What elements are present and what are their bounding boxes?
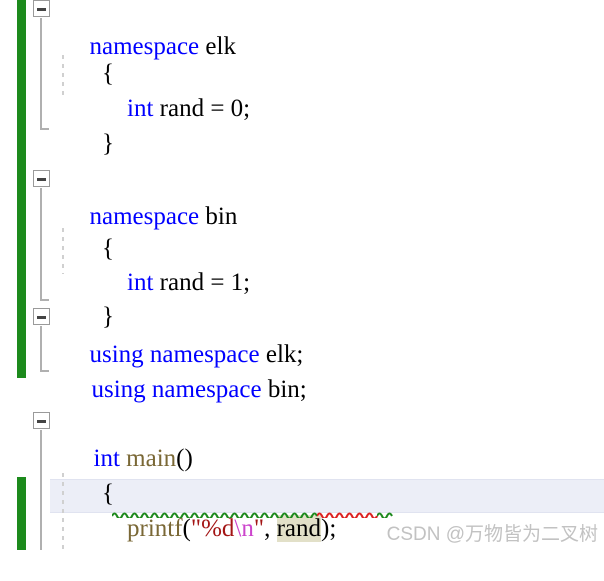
fold-foot-namespace-bin [40, 299, 49, 301]
token-highlighted-identifier[interactable]: rand [276, 515, 321, 542]
code-line[interactable]: } [0, 264, 604, 330]
csdn-watermark: CSDN @万物皆为二叉树 [386, 524, 598, 545]
token-string-close: " [253, 515, 265, 542]
code-line[interactable]: using namespace bin; [0, 337, 604, 403]
code-line[interactable]: { [0, 441, 604, 507]
token-paren-open: ( [182, 515, 191, 542]
warning-squiggle-underline [112, 511, 317, 518]
token-function-call: printf [127, 515, 183, 542]
token-string: "%d [190, 515, 235, 542]
token-keyword: using namespace [91, 376, 262, 403]
code-line[interactable]: int main() [0, 406, 604, 472]
code-line[interactable]: } [0, 91, 604, 157]
code-line[interactable]: { [0, 21, 604, 87]
code-line[interactable]: { [0, 196, 604, 262]
warning-squiggle-underline-tail [377, 511, 393, 518]
code-line-current[interactable]: printf("%d\n", rand); [0, 476, 604, 542]
code-line[interactable]: int rand = 0; [0, 56, 604, 122]
code-line[interactable]: namespace bin [0, 164, 604, 230]
error-squiggle-underline [317, 511, 379, 518]
fold-foot-namespace-elk [40, 128, 49, 130]
code-line[interactable]: int rand = 1; [0, 230, 604, 296]
code-editor-viewport[interactable]: namespace elk { int rand = 0; } namespac… [0, 0, 604, 550]
token-paren-close: ); [321, 515, 337, 542]
code-line[interactable]: using namespace elk; [0, 302, 604, 368]
token-brace: } [89, 130, 114, 157]
code-line-text: printf("%d\n", rand); [52, 476, 336, 581]
token-escape-sequence: \n [234, 515, 254, 542]
token-comma: , [264, 515, 277, 542]
token-plain: bin; [261, 376, 307, 403]
